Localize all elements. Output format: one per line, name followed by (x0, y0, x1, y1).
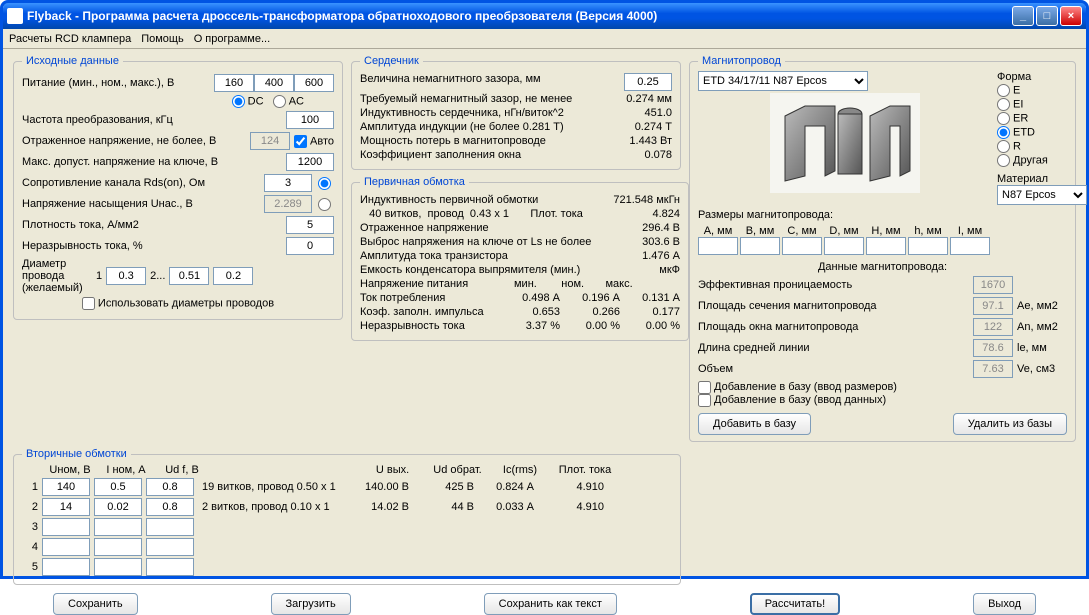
freq-label: Частота преобразования, кГц (22, 114, 286, 126)
secondary-row: 4 (22, 538, 672, 556)
dim-1[interactable] (740, 237, 780, 255)
exit-button[interactable]: Выход (973, 593, 1036, 615)
shape-e[interactable]: E (997, 84, 1067, 97)
dim-6[interactable] (950, 237, 990, 255)
sec-udf-0[interactable] (146, 478, 194, 496)
menu-rcd[interactable]: Расчеты RCD клампера (9, 33, 131, 45)
vmax-input[interactable] (286, 153, 334, 171)
rds-input[interactable] (264, 174, 312, 192)
dim-4[interactable] (866, 237, 906, 255)
core-legend: Сердечник (360, 55, 423, 67)
save-button[interactable]: Сохранить (53, 593, 138, 615)
primary-fieldset: Первичная обмотка Индуктивность первично… (351, 176, 689, 341)
refl-label: Отраженное напряжение, не более, В (22, 135, 250, 147)
diam3-input[interactable] (213, 267, 253, 285)
sec-unom-1[interactable] (42, 498, 90, 516)
add-dims-check[interactable]: Добавление в базу (ввод размеров) (698, 381, 897, 393)
sec-unom-4[interactable] (42, 558, 90, 576)
load-button[interactable]: Загрузить (271, 593, 351, 615)
usediam-check[interactable]: Использовать диаметры проводов (82, 297, 274, 310)
dim-2[interactable] (782, 237, 822, 255)
menu-about[interactable]: О программе... (194, 33, 270, 45)
data-label: Данные магнитопровода: (698, 261, 1067, 273)
shape-other[interactable]: Другая (997, 154, 1067, 167)
perm-input (973, 276, 1013, 294)
dim-0[interactable] (698, 237, 738, 255)
core-image (770, 93, 920, 193)
shape-etd[interactable]: ETD (997, 126, 1067, 139)
sec-udf-3[interactable] (146, 538, 194, 556)
usat-label: Напряжение насыщения Uнас., В (22, 198, 264, 210)
shape-ei[interactable]: EI (997, 98, 1067, 111)
app-icon (7, 8, 23, 24)
supply-label: Питание (мин., ном., макс.), В (22, 77, 214, 89)
minimize-button[interactable]: _ (1012, 6, 1034, 26)
menu-help[interactable]: Помощь (141, 33, 184, 45)
add-db-button[interactable]: Добавить в базу (698, 413, 811, 435)
sec-udf-2[interactable] (146, 518, 194, 536)
rds-radio[interactable] (318, 177, 331, 190)
shape-r[interactable]: R (997, 140, 1067, 153)
vmax-label: Макс. допуст. напряжение на ключе, В (22, 156, 286, 168)
supply-max[interactable] (294, 74, 334, 92)
del-db-button[interactable]: Удалить из базы (953, 413, 1067, 435)
rds-label: Сопротивление канала Rds(on), Ом (22, 177, 264, 189)
diam2-input[interactable] (169, 267, 209, 285)
mag-fieldset: Магнитопровод ETD 34/17/11 N87 Epcos (689, 55, 1076, 442)
sec-inom-4[interactable] (94, 558, 142, 576)
cont-input[interactable] (286, 237, 334, 255)
secondary-row: 5 (22, 558, 672, 576)
sec-inom-3[interactable] (94, 538, 142, 556)
ac-radio[interactable]: AC (273, 95, 304, 108)
supply-min[interactable] (214, 74, 254, 92)
secondary-row: 3 (22, 518, 672, 536)
jdens-label: Плотность тока, А/мм2 (22, 219, 286, 231)
sec-inom-1[interactable] (94, 498, 142, 516)
sec-unom-3[interactable] (42, 538, 90, 556)
secondary-fieldset: Вторичные обмотки Uном, В I ном, А Ud f,… (13, 448, 681, 585)
calc-button[interactable]: Рассчитать! (750, 593, 840, 615)
cont-label: Неразрывность тока, % (22, 240, 286, 252)
material-select[interactable]: N87 Epcos (997, 185, 1087, 205)
an-input (973, 318, 1013, 336)
sec-udf-4[interactable] (146, 558, 194, 576)
secondary-legend: Вторичные обмотки (22, 448, 131, 460)
le-input (973, 339, 1013, 357)
sec-udf-1[interactable] (146, 498, 194, 516)
ve-input (973, 360, 1013, 378)
freq-input[interactable] (286, 111, 334, 129)
secondary-row: 22 витков, провод 0.10 x 114.02 В44 В0.0… (22, 498, 672, 516)
mag-legend: Магнитопровод (698, 55, 785, 67)
usat-radio[interactable] (318, 198, 331, 211)
dims-label: Размеры магнитопровода: (698, 209, 1067, 221)
primary-legend: Первичная обмотка (360, 176, 469, 188)
core-select[interactable]: ETD 34/17/11 N87 Epcos (698, 71, 868, 91)
core-fieldset: Сердечник Величина немагнитного зазора, … (351, 55, 681, 170)
ae-input (973, 297, 1013, 315)
gap-input[interactable] (624, 73, 672, 91)
close-button[interactable]: × (1060, 6, 1082, 26)
refl-input (250, 132, 290, 150)
savetxt-button[interactable]: Сохранить как текст (484, 593, 617, 615)
jdens-input[interactable] (286, 216, 334, 234)
dim-3[interactable] (824, 237, 864, 255)
sec-inom-2[interactable] (94, 518, 142, 536)
dc-radio[interactable]: DC (232, 95, 264, 108)
sec-inom-0[interactable] (94, 478, 142, 496)
source-fieldset: Исходные данные Питание (мин., ном., мак… (13, 55, 343, 320)
shape-er[interactable]: ER (997, 112, 1067, 125)
add-data-check[interactable]: Добавление в базу (ввод данных) (698, 394, 886, 406)
secondary-row: 119 витков, провод 0.50 x 1140.00 В425 В… (22, 478, 672, 496)
usat-input (264, 195, 312, 213)
source-legend: Исходные данные (22, 55, 123, 67)
window-title: Flyback - Программа расчета дроссель-тра… (27, 9, 1010, 23)
sec-unom-0[interactable] (42, 478, 90, 496)
supply-nom[interactable] (254, 74, 294, 92)
maximize-button[interactable]: □ (1036, 6, 1058, 26)
dim-5[interactable] (908, 237, 948, 255)
diam-label: Диаметр (22, 258, 92, 270)
sec-unom-2[interactable] (42, 518, 90, 536)
diam1-input[interactable] (106, 267, 146, 285)
auto-check[interactable]: Авто (294, 135, 334, 148)
